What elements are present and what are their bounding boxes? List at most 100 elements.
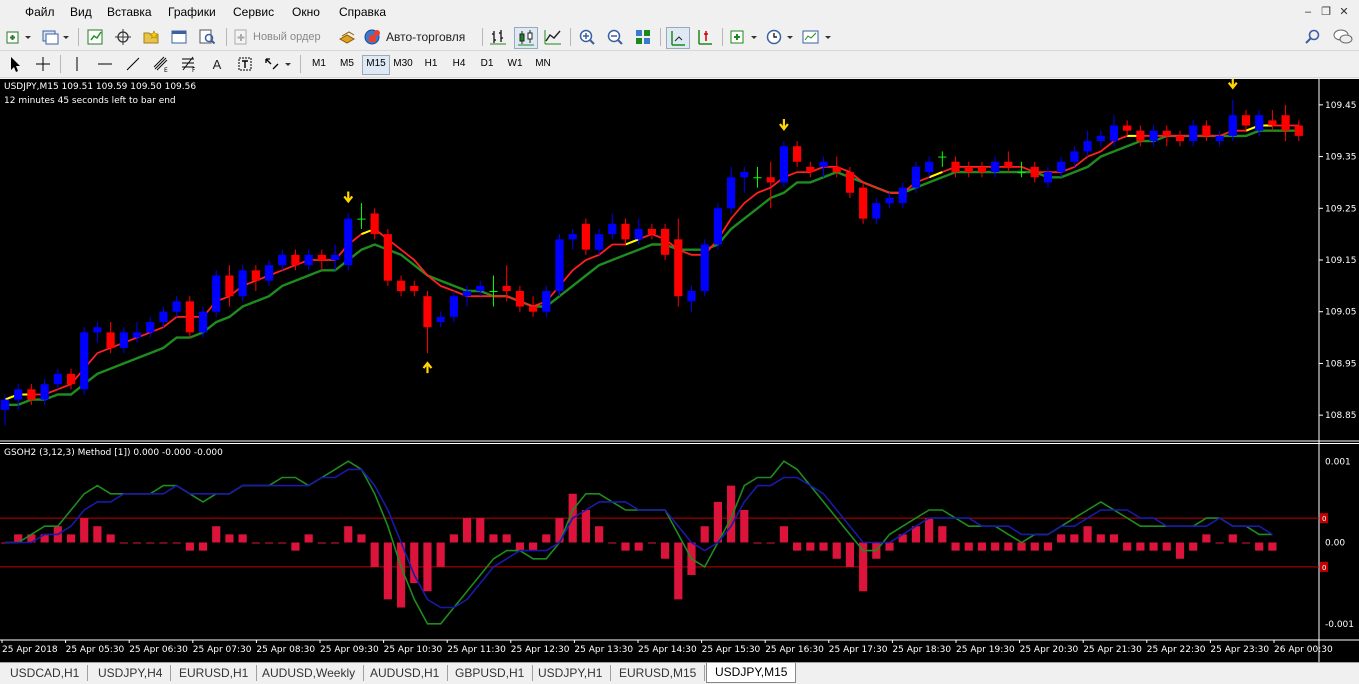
candle-body — [106, 332, 115, 348]
cursor-tool[interactable] — [4, 54, 26, 74]
periods-button[interactable] — [764, 27, 796, 47]
candle-body — [766, 177, 775, 183]
timeframe-d1[interactable]: D1 — [474, 55, 500, 73]
candle-body — [1189, 125, 1198, 142]
price-tick-label: 109.15 — [1325, 256, 1357, 266]
clock-icon — [766, 29, 793, 45]
histogram-bar — [727, 485, 736, 543]
timeframe-m5[interactable]: M5 — [334, 55, 360, 73]
chart-tab[interactable]: USDJPY,H1 — [530, 665, 612, 681]
candle-body — [647, 228, 656, 235]
chart-window[interactable]: 109.45 109.35 109.25 109.15 109.05 108.95 108.… — [0, 79, 1359, 662]
time-tick-label: 26 Apr 00:30 — [1274, 645, 1333, 655]
crosshair-tool[interactable] — [32, 54, 54, 74]
strategy-tester-button[interactable] — [196, 27, 218, 47]
candle-body — [1162, 130, 1171, 136]
histogram-bar — [674, 542, 683, 600]
chart-tab[interactable]: USDCAD,H1 — [2, 665, 89, 681]
profiles-button[interactable] — [40, 27, 72, 47]
templates-button[interactable] — [800, 27, 834, 47]
search-button[interactable] — [1302, 27, 1324, 47]
chart-tab[interactable]: USDJPY,M15 — [706, 663, 797, 683]
menu-file[interactable]: Файл — [25, 5, 55, 19]
restore-icon[interactable]: ❐ — [1319, 5, 1333, 19]
horizontal-line-icon — [98, 63, 112, 65]
candle-body — [621, 223, 630, 240]
chart-tab[interactable]: AUDUSD,Weekly — [254, 665, 365, 681]
chart-shift-button[interactable] — [694, 27, 716, 47]
indicator-tick-label: 0.001 — [1325, 457, 1351, 467]
timeframe-w1[interactable]: W1 — [502, 55, 528, 73]
candle-body — [661, 228, 670, 255]
menu-help[interactable]: Справка — [339, 5, 386, 19]
price-tick-label: 109.25 — [1325, 204, 1357, 214]
new-order-button[interactable]: Новый ордер — [232, 27, 332, 47]
histogram-bar — [1268, 542, 1277, 551]
menu-view[interactable]: Вид — [70, 5, 92, 19]
vertical-line-tool[interactable] — [66, 54, 88, 74]
line-chart-button[interactable] — [542, 27, 564, 47]
data-window-button[interactable] — [112, 27, 134, 47]
price-tick-label: 109.35 — [1325, 153, 1357, 163]
chart-tab[interactable]: EURUSD,H1 — [171, 665, 258, 681]
histogram-bar — [1202, 534, 1211, 543]
text-label-tool[interactable] — [234, 54, 256, 74]
timeframe-mn[interactable]: MN — [530, 55, 556, 73]
menu-insert[interactable]: Вставка — [107, 5, 152, 19]
indicator-subwindow[interactable]: 0.001 0.00 -0.001 0 0 25 Apr 2018 25 Apr 05:30… — [0, 443, 1359, 662]
histogram-bar — [225, 534, 234, 543]
candlestick-chart-button[interactable] — [514, 27, 538, 49]
terminal-button[interactable] — [168, 27, 190, 47]
fibonacci-tool[interactable]: F — [178, 54, 200, 74]
price-chart[interactable]: 109.45 109.35 109.25 109.15 109.05 108.95 108.… — [0, 79, 1359, 443]
time-tick-label: 25 Apr 21:30 — [1083, 645, 1142, 655]
price-tick-label: 109.05 — [1325, 308, 1357, 318]
navigator-button[interactable] — [140, 27, 162, 47]
arrows-tool[interactable] — [262, 54, 294, 74]
horizontal-line-tool[interactable] — [94, 54, 116, 74]
timeframe-m15[interactable]: M15 — [362, 55, 390, 75]
chart-tab[interactable]: GBPUSD,H1 — [447, 665, 534, 681]
candle-body — [1228, 115, 1237, 136]
timeframe-h1[interactable]: H1 — [418, 55, 444, 73]
bar-chart-button[interactable] — [487, 27, 509, 47]
time-tick-label: 25 Apr 23:30 — [1210, 645, 1269, 655]
tile-windows-button[interactable] — [632, 27, 654, 47]
candle-body — [581, 223, 590, 250]
chart-tab[interactable]: AUDUSD,H1 — [362, 665, 449, 681]
histogram-bar — [661, 542, 670, 559]
metaeditor-button[interactable] — [336, 27, 358, 47]
histogram-bar — [449, 534, 458, 543]
minimize-icon[interactable]: ‒ — [1301, 5, 1315, 19]
text-tool[interactable]: A — [206, 54, 228, 74]
candle-body — [119, 332, 128, 348]
close-icon[interactable]: ✕ — [1337, 5, 1351, 19]
time-tick-label: 25 Apr 22:30 — [1147, 645, 1206, 655]
zoom-in-button[interactable] — [576, 27, 598, 47]
histogram-bar — [489, 534, 498, 543]
timeframe-h4[interactable]: H4 — [446, 55, 472, 73]
trendline-tool[interactable] — [122, 54, 144, 74]
timeframe-m1[interactable]: M1 — [306, 55, 332, 73]
timeframe-m30[interactable]: M30 — [390, 55, 416, 73]
market-watch-button[interactable] — [84, 27, 106, 47]
zoom-out-button[interactable] — [604, 27, 626, 47]
histogram-bar — [885, 542, 894, 551]
menu-tools[interactable]: Сервис — [233, 5, 274, 19]
equidistant-channel-tool[interactable]: E — [150, 54, 172, 74]
candle-body — [66, 373, 76, 385]
time-tick-label: 25 Apr 2018 — [2, 645, 58, 655]
menu-charts[interactable]: Графики — [168, 5, 216, 19]
new-chart-button[interactable] — [4, 27, 34, 47]
candle-body — [740, 172, 749, 178]
chart-tab[interactable]: EURUSD,M15 — [611, 665, 706, 681]
candle-body — [1241, 115, 1251, 126]
chat-button[interactable] — [1330, 27, 1356, 47]
chart-tab[interactable]: USDJPY,H4 — [90, 665, 172, 681]
indicators-button[interactable] — [728, 27, 760, 47]
menu-window[interactable]: Окно — [292, 5, 320, 19]
autoscroll-button[interactable] — [666, 27, 690, 49]
indicator-label: GSOH2 (3,12,3) Method [1]) 0.000 -0.000 … — [4, 448, 223, 458]
histogram-bar — [1189, 542, 1198, 551]
autotrading-button[interactable]: Авто-торговля — [362, 27, 474, 47]
